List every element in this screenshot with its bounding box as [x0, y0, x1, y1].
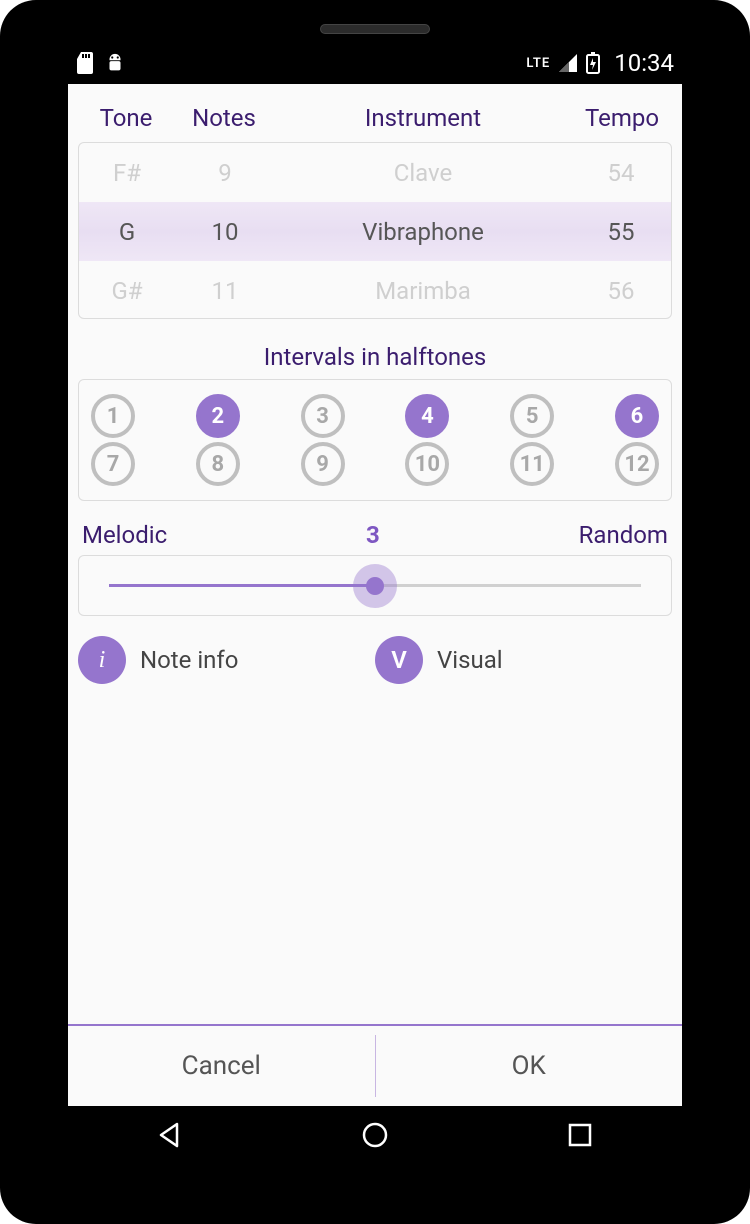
cancel-button[interactable]: Cancel — [68, 1026, 375, 1106]
network-label: LTE — [526, 56, 550, 71]
header-instrument: Instrument — [274, 104, 572, 132]
visual-badge[interactable]: V — [375, 636, 423, 684]
header-tempo: Tempo — [572, 104, 672, 132]
android-debug-icon — [104, 52, 126, 74]
instrument-selected: Vibraphone — [275, 218, 571, 246]
signal-icon — [558, 53, 578, 73]
nav-home-icon[interactable] — [360, 1120, 390, 1150]
battery-charging-icon — [586, 52, 600, 74]
clock: 10:34 — [614, 49, 674, 77]
device-frame: LTE 10:34 Tone Notes Instrument Tempo F#… — [0, 0, 750, 1224]
interval-chip-3[interactable]: 3 — [301, 394, 345, 438]
interval-chip-5[interactable]: 5 — [510, 394, 554, 438]
tempo-prev: 54 — [571, 159, 671, 187]
nav-recent-icon[interactable] — [565, 1120, 595, 1150]
interval-chip-9[interactable]: 9 — [301, 442, 345, 486]
ok-button[interactable]: OK — [376, 1026, 683, 1106]
tempo-selected: 55 — [571, 218, 671, 246]
tone-selected: G — [79, 218, 175, 246]
android-navbar — [68, 1106, 682, 1164]
tone-next: G# — [79, 277, 175, 305]
tempo-next: 56 — [571, 277, 671, 305]
slider-header: Melodic 3 Random — [82, 521, 668, 549]
slider-thumb[interactable] — [366, 577, 384, 595]
picker-row-next[interactable]: G# 11 Marimba 56 — [79, 261, 671, 319]
slider-left-label: Melodic — [82, 521, 167, 549]
status-bar: LTE 10:34 — [68, 42, 682, 84]
note-info-badge[interactable]: i — [78, 636, 126, 684]
interval-chip-4[interactable]: 4 — [405, 394, 449, 438]
interval-chip-2[interactable]: 2 — [196, 394, 240, 438]
instrument-prev: Clave — [275, 159, 571, 187]
speaker-grill — [320, 24, 430, 34]
visual-label: Visual — [437, 646, 503, 674]
dialog-footer: Cancel OK — [68, 1024, 682, 1106]
tone-prev: F# — [79, 159, 175, 187]
slider-track[interactable] — [109, 584, 641, 587]
visual-option[interactable]: V Visual — [375, 636, 672, 684]
app-screen: Tone Notes Instrument Tempo F# 9 Clave 5… — [68, 84, 682, 1106]
picker-row-prev[interactable]: F# 9 Clave 54 — [79, 143, 671, 202]
interval-chip-8[interactable]: 8 — [196, 442, 240, 486]
header-notes: Notes — [174, 104, 274, 132]
intervals-label: Intervals in halftones — [68, 343, 682, 371]
interval-chip-11[interactable]: 11 — [510, 442, 554, 486]
sd-card-icon — [76, 52, 94, 74]
interval-chip-1[interactable]: 1 — [91, 394, 135, 438]
note-info-option[interactable]: i Note info — [78, 636, 375, 684]
notes-next: 11 — [175, 277, 275, 305]
intervals-box: 1 2 3 4 5 6 7 8 9 10 11 12 — [78, 379, 672, 501]
slider-right-label: Random — [579, 521, 668, 549]
interval-chip-7[interactable]: 7 — [91, 442, 135, 486]
slider-box — [78, 555, 672, 616]
settings-picker[interactable]: F# 9 Clave 54 G 10 Vibraphone 55 G# 11 M… — [78, 142, 672, 319]
nav-back-icon[interactable] — [155, 1120, 185, 1150]
interval-chip-6[interactable]: 6 — [615, 394, 659, 438]
instrument-next: Marimba — [275, 277, 571, 305]
options-row: i Note info V Visual — [78, 636, 672, 684]
slider-value: 3 — [366, 521, 380, 549]
header-tone: Tone — [78, 104, 174, 132]
notes-prev: 9 — [175, 159, 275, 187]
slider-track-fill — [109, 584, 375, 587]
note-info-label: Note info — [140, 646, 238, 674]
interval-chip-10[interactable]: 10 — [405, 442, 449, 486]
picker-row-selected[interactable]: G 10 Vibraphone 55 — [79, 202, 671, 261]
interval-chip-12[interactable]: 12 — [615, 442, 659, 486]
picker-headers: Tone Notes Instrument Tempo — [68, 84, 682, 142]
notes-selected: 10 — [175, 218, 275, 246]
